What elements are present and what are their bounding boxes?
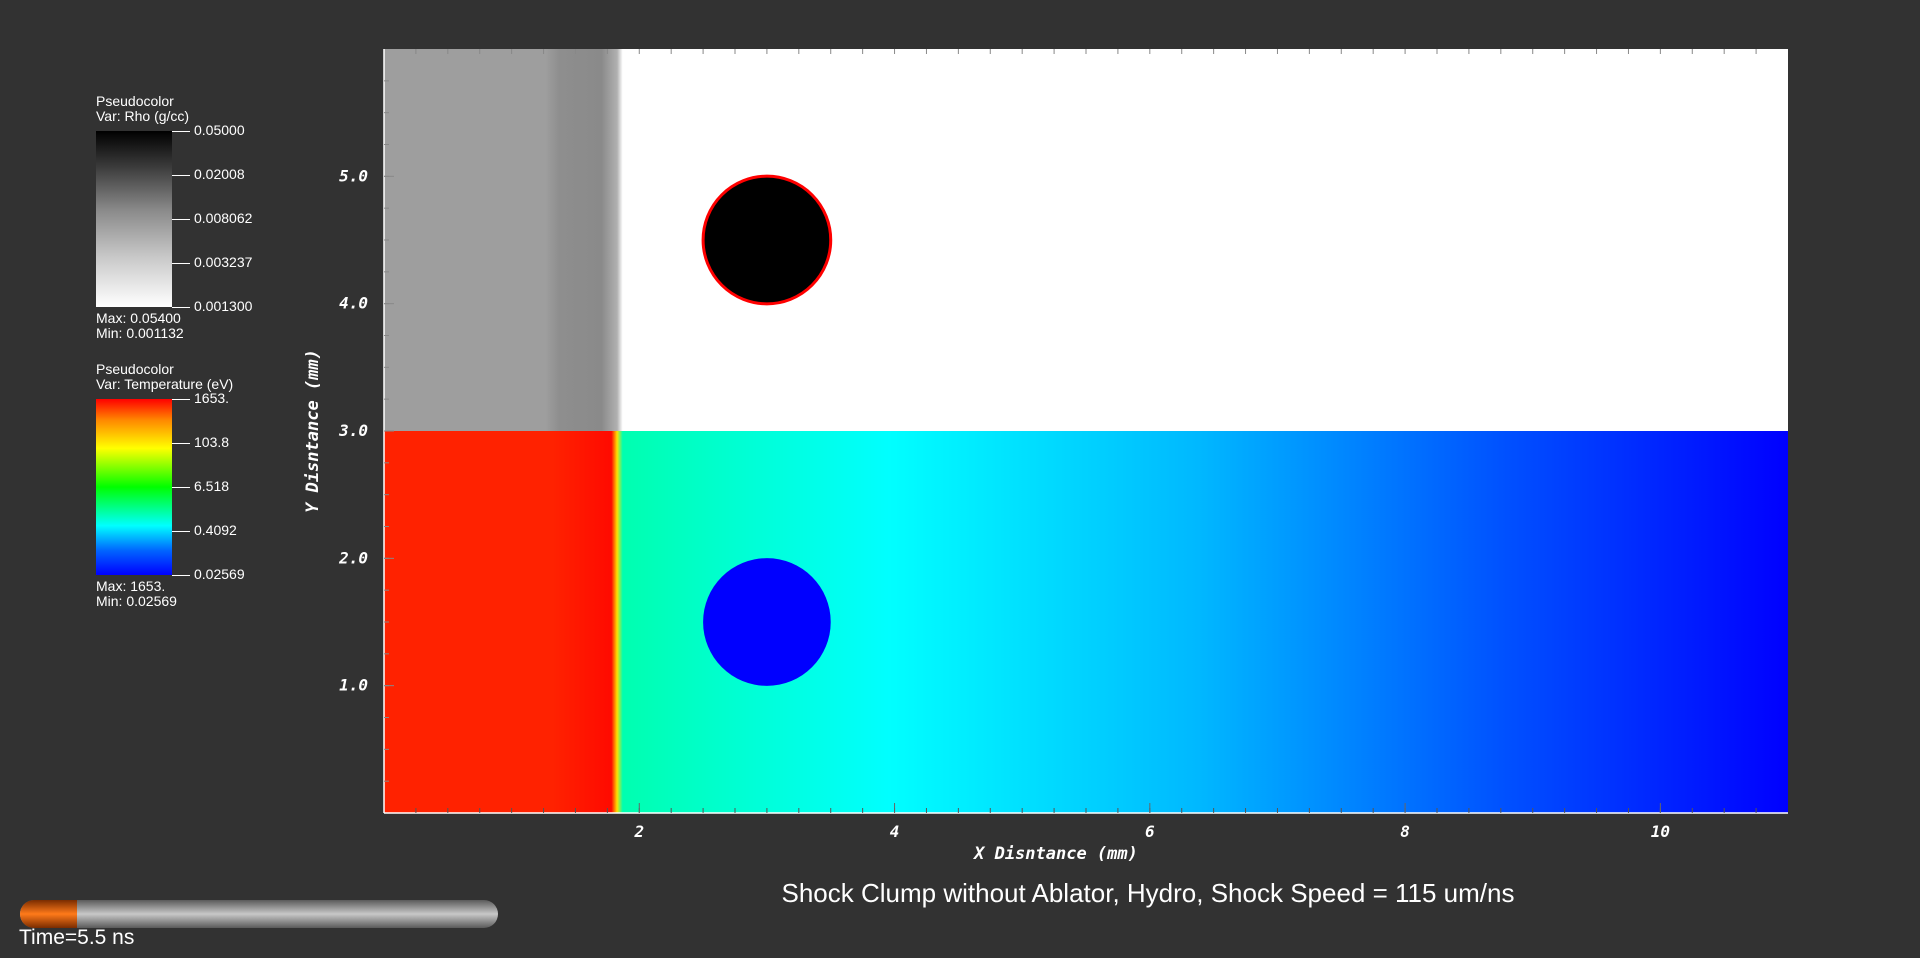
temperature-clump [703,558,831,686]
x-tick-label: 10 [1651,822,1670,841]
x-axis-label: X Disntance (mm) [972,844,1138,864]
y-tick-label: 2.0 [338,548,368,567]
panel-temperature [384,431,1788,813]
x-tick-label: 6 [1145,822,1155,841]
x-tick-label: 2 [633,822,644,841]
x-tick-label: 4 [890,822,900,841]
panel-rho [384,49,1788,431]
y-tick-label: 4.0 [339,294,368,313]
simulation-plot: 2 4 6 8 10 1.0 2.0 3.0 4.0 5.0 X Disntance (mm) Y D… [303,49,1788,864]
time-slider-progress [20,900,78,928]
time-label: Time=5.5 ns [19,926,135,949]
y-tick-label: 5.0 [339,166,368,185]
y-axis-label: Y Disntance (mm) [303,349,323,513]
y-tick-label: 1.0 [339,676,368,695]
x-tick-label: 8 [1400,822,1410,841]
y-tick-label: 3.0 [338,421,368,440]
time-slider[interactable] [20,900,498,928]
density-clump [701,174,833,306]
